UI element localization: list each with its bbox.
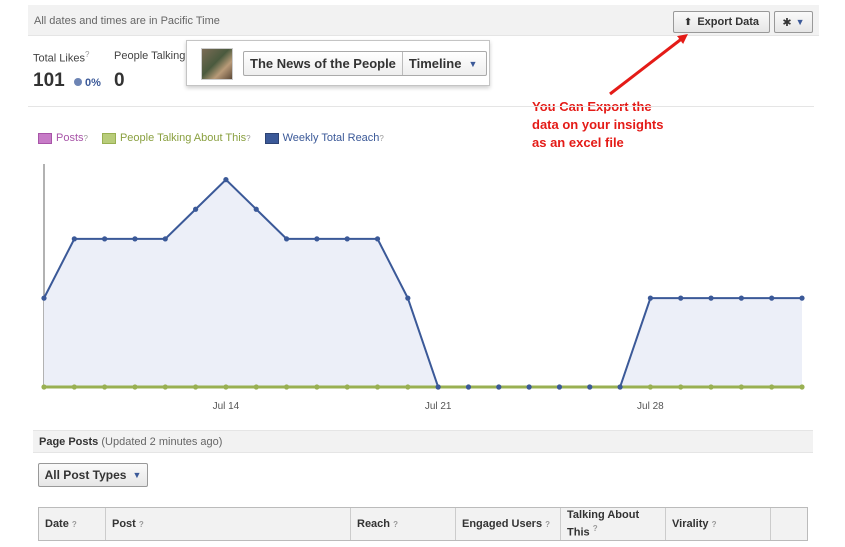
export-data-label: Export Data <box>697 16 760 28</box>
data-point <box>769 384 775 390</box>
page-posts-title: Page Posts <box>39 436 99 448</box>
settings-menu-button[interactable]: ✱ ▼ <box>774 11 813 33</box>
data-point <box>678 295 684 301</box>
reach-area <box>44 179 802 387</box>
x-tick-label: Jul 21 <box>425 401 452 412</box>
data-point <box>678 384 684 390</box>
page-posts-header: Page Posts (Updated 2 minutes ago) <box>33 430 813 453</box>
legend-item-people-talking[interactable]: People Talking About This? <box>101 132 251 144</box>
data-point <box>344 384 350 390</box>
people-talking-label: People Talking <box>114 50 186 62</box>
data-point <box>223 384 229 390</box>
data-point <box>102 384 108 390</box>
data-point <box>708 384 714 390</box>
legend-swatch <box>38 132 52 144</box>
data-point <box>374 384 381 390</box>
data-point <box>41 384 47 390</box>
page-switcher-popup: The News of the People Timeline ▼ <box>186 40 490 86</box>
data-point <box>193 206 199 212</box>
data-point <box>132 384 138 390</box>
data-point <box>41 295 47 301</box>
legend-swatch <box>101 132 116 144</box>
data-point <box>769 295 775 301</box>
data-point <box>617 384 623 390</box>
data-point <box>708 295 714 301</box>
legend-item-weekly-reach[interactable]: Weekly Total Reach? <box>264 132 384 144</box>
data-point <box>647 384 654 390</box>
data-point <box>193 384 199 390</box>
x-tick-label: Jul 14 <box>213 401 240 412</box>
column-engaged-users[interactable]: Engaged Users ? <box>456 508 561 540</box>
column-date[interactable]: Date ? <box>39 508 106 540</box>
data-point <box>162 236 168 242</box>
data-point <box>71 384 77 390</box>
posts-table-header: Date ? Post ? Reach ? Engaged Users ? Ta… <box>38 507 808 541</box>
data-point <box>344 236 350 242</box>
page-avatar <box>201 48 233 80</box>
data-point <box>283 236 290 242</box>
chevron-down-icon: ▼ <box>795 17 805 27</box>
insights-chart: Jul 14 Jul 21 Jul 28 <box>41 164 805 412</box>
data-point <box>647 295 654 301</box>
data-point <box>132 236 138 242</box>
timezone-note: All dates and times are in Pacific Time <box>34 15 220 27</box>
divider <box>28 106 814 107</box>
legend-item-posts[interactable]: Posts? <box>38 132 88 144</box>
page-name[interactable]: The News of the People <box>244 52 403 75</box>
data-point <box>405 384 411 390</box>
total-likes-value: 101 0% <box>33 70 101 91</box>
data-point <box>587 384 593 390</box>
data-point <box>283 384 290 390</box>
data-point <box>556 384 563 390</box>
upload-icon: ⬆ <box>683 16 693 28</box>
column-virality[interactable]: Virality ? <box>666 508 771 540</box>
chevron-down-icon: ▼ <box>132 470 142 480</box>
chevron-down-icon: ▼ <box>468 58 478 69</box>
chart-legend: Posts? People Talking About This? Weekly… <box>38 132 398 144</box>
data-point <box>465 384 472 390</box>
data-point <box>526 384 532 390</box>
column-reach[interactable]: Reach ? <box>351 508 456 540</box>
data-point <box>102 236 108 242</box>
updated-note: (Updated 2 minutes ago) <box>101 436 223 448</box>
data-point <box>314 384 320 390</box>
legend-swatch <box>264 132 279 144</box>
timeline-dropdown[interactable]: Timeline ▼ <box>403 56 483 71</box>
data-point <box>738 384 744 390</box>
data-point <box>799 295 805 301</box>
column-talking-about[interactable]: Talking About This ? <box>561 508 666 540</box>
data-point <box>253 384 259 390</box>
data-point <box>374 236 381 242</box>
data-point <box>799 384 805 390</box>
gear-icon: ✱ <box>782 16 792 29</box>
data-point <box>405 295 411 301</box>
data-point <box>314 236 320 242</box>
data-point <box>253 206 259 212</box>
total-likes-label: Total Likes? <box>33 50 90 65</box>
people-talking-value: 0 <box>114 70 125 91</box>
x-tick-label: Jul 28 <box>637 401 664 412</box>
page-selector[interactable]: The News of the People Timeline ▼ <box>243 51 487 76</box>
data-point <box>435 384 441 390</box>
post-types-dropdown[interactable]: All Post Types ▼ <box>38 463 148 487</box>
data-point <box>496 384 502 390</box>
column-extra <box>771 508 807 540</box>
export-data-button[interactable]: ⬆ Export Data <box>673 11 770 33</box>
data-point <box>162 384 168 390</box>
data-point <box>71 236 77 242</box>
data-point <box>223 177 229 183</box>
data-point <box>738 295 744 301</box>
insights-topbar: All dates and times are in Pacific Time … <box>28 5 819 36</box>
column-post[interactable]: Post ? <box>106 508 351 540</box>
